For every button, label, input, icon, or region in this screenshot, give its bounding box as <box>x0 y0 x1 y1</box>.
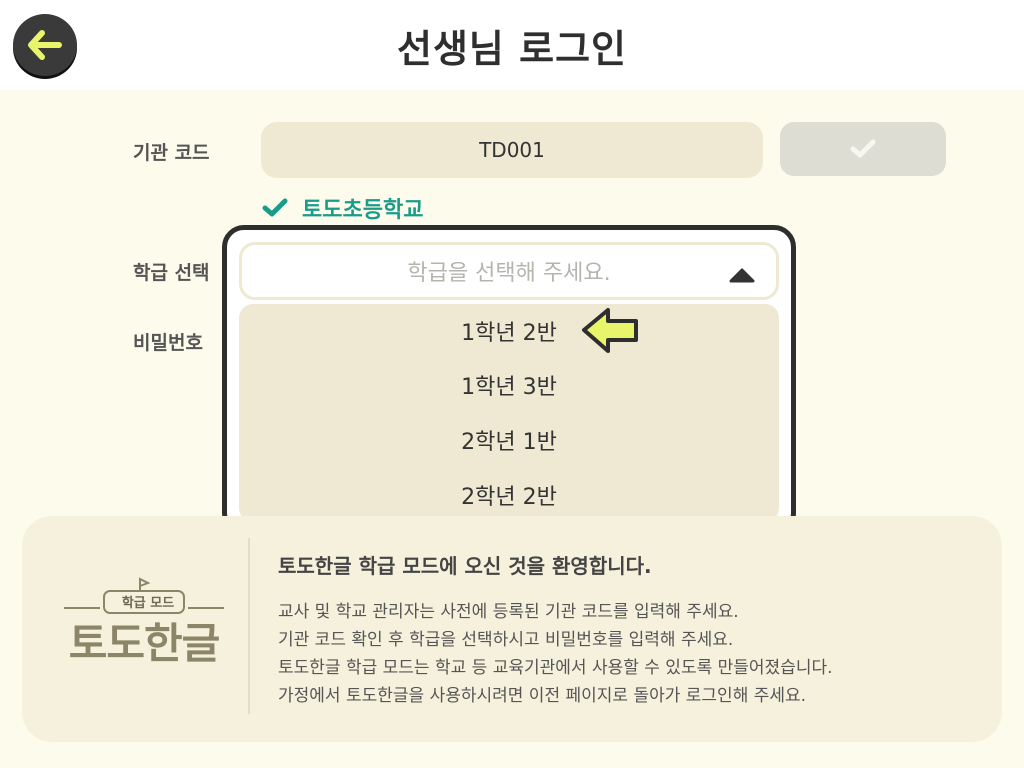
class-dropdown: 학급을 선택해 주세요. 1학년 2반 1학년 3반 2학년 1반 2학년 2반 <box>222 225 796 535</box>
password-label: 비밀번호 <box>133 332 203 354</box>
info-line: 기관 코드 확인 후 학급을 선택하시고 비밀번호를 입력해 주세요. <box>278 630 734 650</box>
class-option[interactable]: 2학년 1반 <box>239 413 779 467</box>
class-option[interactable]: 2학년 2반 <box>239 468 779 522</box>
org-code-value: TD001 <box>479 138 545 162</box>
page-title: 선생님 로그인 <box>397 27 627 71</box>
check-icon <box>850 139 876 158</box>
class-option[interactable]: 1학년 3반 <box>239 358 779 412</box>
info-text: 교사 및 학교 관리자는 사전에 등록된 기관 코드를 입력해 주세요. 기관 … <box>278 598 988 710</box>
class-option[interactable]: 1학년 2반 <box>239 304 779 358</box>
todo-hangul-logo: 학급 모드 토도한글 <box>54 574 234 684</box>
info-line: 교사 및 학교 관리자는 사전에 등록된 기관 코드를 입력해 주세요. <box>278 602 739 622</box>
confirm-code-button[interactable] <box>780 122 946 176</box>
caret-up-icon <box>729 268 755 283</box>
class-options-list: 1학년 2반 1학년 3반 2학년 1반 2학년 2반 <box>239 304 779 522</box>
arrow-pointer-icon <box>582 308 638 353</box>
org-code-input[interactable]: TD001 <box>261 122 763 178</box>
info-line: 토도한글 학급 모드는 학교 등 교육기관에서 사용할 수 있도록 만들어졌습니… <box>278 658 833 678</box>
verified-school-line: 토도초등학교 <box>262 193 423 223</box>
header-bar: 선생님 로그인 <box>0 0 1024 90</box>
info-card: 학급 모드 토도한글 토도한글 학급 모드에 오신 것을 환영합니다. 교사 및… <box>22 516 1002 742</box>
class-select-placeholder: 학급을 선택해 주세요. <box>407 261 611 286</box>
check-icon <box>262 198 288 217</box>
class-select-label: 학급 선택 <box>133 262 210 284</box>
logo-title: 토도한글 <box>68 619 221 668</box>
divider <box>248 538 250 714</box>
org-code-label: 기관 코드 <box>133 142 210 164</box>
logo-subtitle: 학급 모드 <box>121 596 175 611</box>
info-line: 가정에서 토도한글을 사용하시려면 이전 페이지로 돌아가 로그인해 주세요. <box>278 686 807 706</box>
class-select[interactable]: 학급을 선택해 주세요. <box>239 242 779 300</box>
school-name: 토도초등학교 <box>302 198 424 223</box>
welcome-heading: 토도한글 학급 모드에 오신 것을 환영합니다. <box>278 554 652 578</box>
